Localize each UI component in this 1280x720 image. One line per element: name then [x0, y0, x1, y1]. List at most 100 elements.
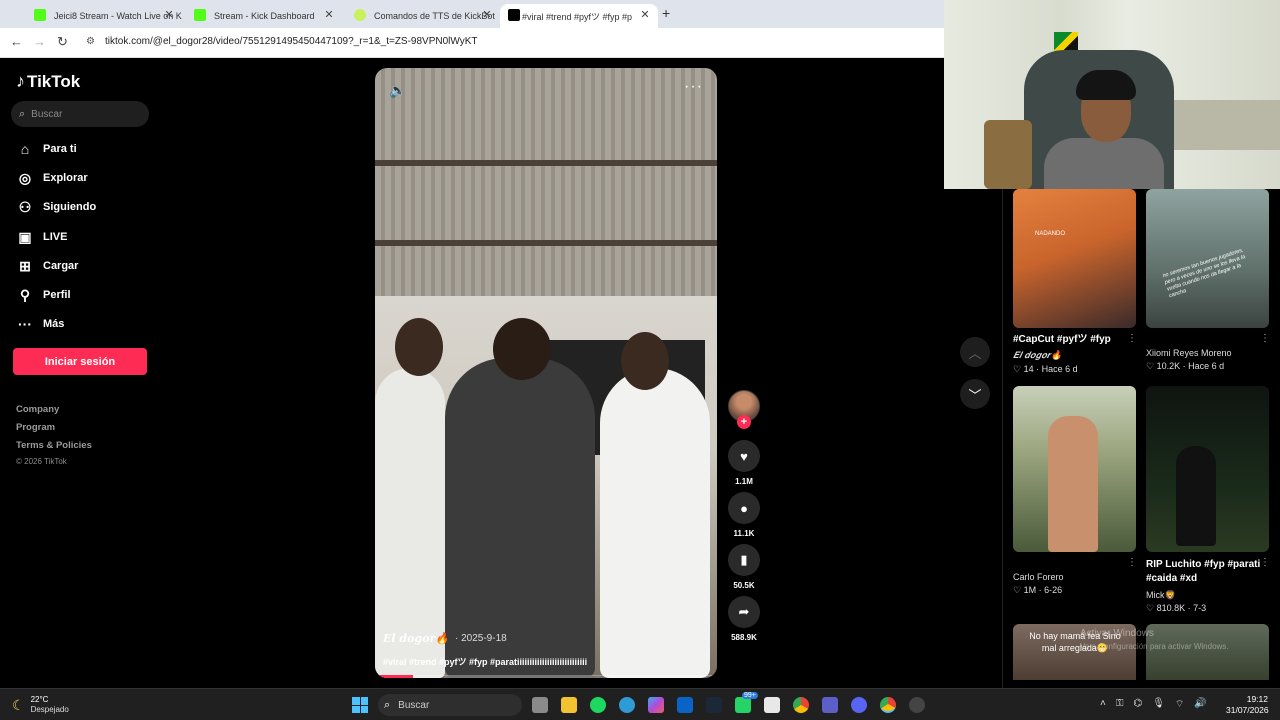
forward-arrow-icon[interactable]: → [33, 34, 46, 49]
chevron-down-icon: ﹀ [968, 387, 982, 403]
whatsapp-icon[interactable] [735, 697, 751, 713]
suggested-author[interactable]: Carlo Forero [1013, 572, 1064, 582]
outlook-icon[interactable] [677, 697, 693, 713]
nav-item-mas[interactable]: ··· Más [16, 315, 64, 333]
login-button[interactable]: Iniciar sesión [13, 348, 147, 375]
video-date: · 2025-9-18 [455, 633, 507, 644]
tab-kick-stream[interactable]: Jeici8 Stream - Watch Live on Kick ✕ [22, 4, 182, 28]
follow-plus-icon[interactable]: + [737, 415, 751, 429]
steam-icon[interactable] [706, 697, 722, 713]
chrome-active-icon[interactable] [880, 697, 896, 713]
copilot-icon[interactable] [648, 697, 664, 713]
clock[interactable]: 19:12 31/07/2026 [1226, 694, 1269, 716]
suggested-title[interactable]: RIP Luchito #fyp #parati #caida #xd [1146, 558, 1261, 586]
close-icon[interactable]: ✕ [162, 8, 176, 21]
windows-activation-watermark: Activar Windows [1080, 628, 1154, 639]
tab-kickbot[interactable]: Comandos de TTS de KickBot ✕ [342, 4, 500, 28]
more-options-icon[interactable]: ⋮ [1260, 333, 1270, 344]
suggested-author[interactable]: Xiiomi Reyes Moreno [1146, 348, 1232, 358]
comment-count: 11.1K [733, 529, 755, 538]
wifi-icon[interactable]: ⌔ [1175, 698, 1184, 711]
kickbot-favicon-icon [354, 9, 366, 21]
like-button[interactable]: ♥ [728, 440, 760, 472]
close-icon[interactable]: ✕ [480, 8, 494, 21]
tab-tiktok-active[interactable]: #viral #trend #pyfツ #fyp #parati ✕ [500, 4, 658, 28]
more-options-icon[interactable]: ··· [684, 78, 703, 96]
video-progress-bar[interactable] [375, 675, 717, 678]
previous-video-button[interactable]: ︿ [960, 337, 990, 367]
network-icon[interactable]: ⌬ [1133, 698, 1142, 711]
edge-icon[interactable] [619, 697, 635, 713]
nav-item-para-ti[interactable]: ⌂ Para ti [16, 140, 77, 158]
nav-item-explorar[interactable]: ◎ Explorar [16, 169, 88, 187]
url-field[interactable]: tiktok.com/@el_dogor28/video/75512914954… [105, 36, 478, 47]
volume-icon[interactable]: 🔊 [1194, 698, 1206, 711]
more-options-icon[interactable]: ⋮ [1127, 333, 1137, 344]
discord-icon[interactable] [851, 697, 867, 713]
more-icon: ··· [18, 316, 32, 332]
chevron-up-icon: ︿ [968, 345, 982, 361]
store-icon[interactable] [764, 697, 780, 713]
start-button[interactable] [352, 697, 368, 713]
spotify-icon[interactable] [590, 697, 606, 713]
suggested-author[interactable]: 𝑬𝒍 𝒅𝒐𝒈𝒐𝒓🔥 [1013, 351, 1062, 361]
video-frame-detail [621, 332, 669, 390]
tab-kick-dashboard[interactable]: Stream - Kick Dashboard ✕ [182, 4, 342, 28]
volume-icon[interactable]: 🔈 [389, 82, 406, 99]
app-tray-icon[interactable]: ⚿ [1116, 698, 1124, 711]
share-button[interactable]: ➦ [728, 596, 760, 628]
suggested-title[interactable]: #CapCut #pyfツ #fyp [1013, 333, 1128, 347]
taskbar-search[interactable]: ⌕ Buscar [378, 694, 522, 716]
chrome-icon[interactable] [793, 697, 809, 713]
nav-item-perfil[interactable]: ⚲ Perfil [16, 286, 71, 304]
site-info-icon[interactable]: ⚙ [86, 36, 95, 47]
nav-item-live[interactable]: ▣ LIVE [16, 228, 67, 246]
obs-icon[interactable] [909, 697, 925, 713]
thumbnail-detail [1176, 446, 1216, 546]
nav-label: Cargar [43, 260, 79, 272]
weather-widget[interactable]: ☾ 22°C Despejado [12, 695, 69, 715]
thumbnail-6[interactable] [1146, 624, 1269, 680]
video-player[interactable]: 🔈 ··· 𝑬𝒍 𝒅𝒐𝒈𝒐𝒓🔥 · 2025-9-18 #viral #tren… [375, 68, 717, 678]
video-frame-detail [600, 368, 710, 678]
thumbnail-text: no seremos tan buenos jugadores, pero a … [1161, 247, 1247, 300]
file-explorer-icon[interactable] [561, 697, 577, 713]
close-icon[interactable]: ✕ [322, 8, 336, 21]
thumbnail-1[interactable]: NADANDO [1013, 189, 1136, 328]
webcam-detail [1044, 138, 1164, 189]
clock-date: 31/07/2026 [1226, 705, 1269, 715]
logo-text: TikTok [27, 71, 81, 91]
video-frame-detail [375, 240, 717, 246]
comment-button[interactable]: ● [728, 492, 760, 524]
video-author[interactable]: 𝑬𝒍 𝒅𝒐𝒈𝒐𝒓🔥 [383, 632, 449, 645]
next-video-button[interactable]: ﹀ [960, 379, 990, 409]
system-tray: ˄ ⚿ ⌬ 🎙 ⌔ 🔊 [1100, 698, 1207, 711]
tiktok-logo[interactable]: ♪ TikTok [16, 71, 80, 92]
nav-item-cargar[interactable]: ⊞ Cargar [16, 257, 78, 275]
suggested-meta: ♡ 14 · Hace 6 d [1013, 364, 1078, 374]
task-view-icon[interactable] [532, 697, 548, 713]
teams-icon[interactable] [822, 697, 838, 713]
tab-title: Comandos de TTS de KickBot [374, 11, 495, 21]
footer-link-program[interactable]: Program [16, 422, 55, 433]
thumbnail-3[interactable] [1013, 386, 1136, 552]
search-input[interactable]: ⌕ Buscar [11, 101, 149, 127]
save-button[interactable]: ▮ [728, 544, 760, 576]
reload-icon[interactable]: ↻ [57, 34, 68, 50]
mic-icon[interactable]: 🎙 [1152, 698, 1165, 711]
age: Hace 6 d [1041, 364, 1078, 374]
back-arrow-icon[interactable]: ← [10, 34, 23, 49]
address-bar-row: ← → ↻ ⚙ tiktok.com/@el_dogor28/video/755… [0, 28, 944, 58]
close-icon[interactable]: ✕ [638, 8, 652, 21]
footer-link-terms[interactable]: Terms & Policies [16, 440, 92, 451]
more-options-icon[interactable]: ⋮ [1127, 557, 1137, 568]
thumbnail-2[interactable]: no seremos tan buenos jugadores, pero a … [1146, 189, 1269, 328]
nav-item-siguiendo[interactable]: ⚇ Siguiendo [16, 198, 96, 216]
new-tab-button[interactable]: + [662, 5, 670, 21]
thumbnail-4[interactable] [1146, 386, 1269, 552]
chevron-up-icon[interactable]: ˄ [1100, 698, 1106, 711]
footer-link-company[interactable]: Company [16, 404, 59, 415]
comment-icon: ● [740, 500, 748, 516]
more-options-icon[interactable]: ⋮ [1260, 557, 1270, 568]
suggested-author[interactable]: Mick🦁 [1146, 590, 1176, 601]
